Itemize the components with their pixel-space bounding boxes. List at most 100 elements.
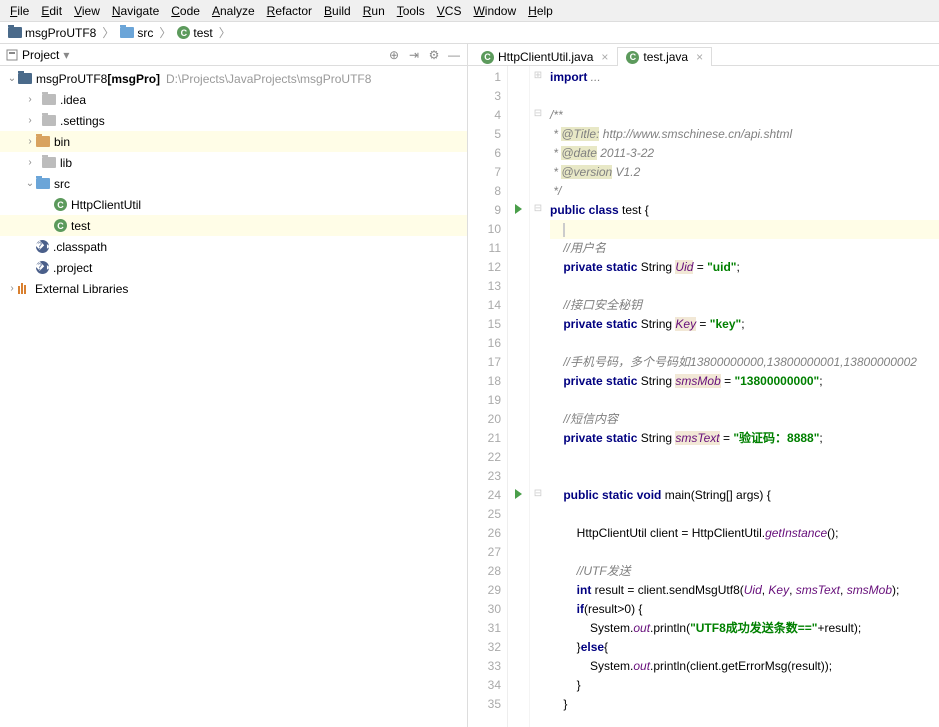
code-line[interactable]: /** bbox=[550, 106, 939, 125]
tree-row[interactable]: CHttpClientUtil bbox=[0, 194, 467, 215]
dropdown-icon[interactable]: ▾ bbox=[63, 48, 69, 62]
code-line[interactable]: import ... bbox=[550, 68, 939, 87]
scroll-from-source-icon[interactable]: ⊕ bbox=[387, 48, 401, 62]
fold-toggle[interactable]: ⊟ bbox=[530, 104, 546, 123]
code-line[interactable]: public class test { bbox=[550, 201, 939, 220]
code-content[interactable]: import ... /** * @Title: http://www.smsch… bbox=[546, 66, 939, 727]
tree-row[interactable]: ⌄src bbox=[0, 173, 467, 194]
code-area[interactable]: 1345678910111213141516171819202122232425… bbox=[468, 66, 939, 727]
code-line[interactable]: //短信内容 bbox=[550, 410, 939, 429]
code-line[interactable]: HttpClientUtil client = HttpClientUtil.g… bbox=[550, 524, 939, 543]
tree-label: bin bbox=[54, 135, 70, 149]
menu-build[interactable]: Build bbox=[318, 2, 357, 20]
fold-toggle[interactable]: ⊟ bbox=[530, 484, 546, 503]
code-line[interactable]: //接口安全秘钥 bbox=[550, 296, 939, 315]
menu-vcs[interactable]: VCS bbox=[431, 2, 468, 20]
code-line[interactable] bbox=[550, 448, 939, 467]
run-markers[interactable] bbox=[508, 66, 530, 727]
tree-twisty-icon[interactable]: ⌄ bbox=[24, 178, 36, 189]
tree-row[interactable]: › bin bbox=[0, 131, 467, 152]
tree-row[interactable]: ›External Libraries bbox=[0, 278, 467, 299]
menu-edit[interactable]: Edit bbox=[35, 2, 68, 20]
code-line[interactable] bbox=[550, 220, 939, 239]
code-line[interactable]: * @date 2011-3-22 bbox=[550, 144, 939, 163]
code-line[interactable]: public static void main(String[] args) { bbox=[550, 486, 939, 505]
close-icon[interactable]: × bbox=[696, 50, 703, 64]
tree-label: .classpath bbox=[53, 240, 107, 254]
menu-window[interactable]: Window bbox=[467, 2, 522, 20]
line-number: 10 bbox=[470, 220, 501, 239]
run-icon[interactable] bbox=[515, 489, 522, 499]
code-line[interactable]: System.out.println("UTF8成功发送条数=="+result… bbox=[550, 619, 939, 638]
project-sidebar: Project ▾ ⊕ ⇥ ⚙ — ⌄msgProUTF8 [msgPro]D:… bbox=[0, 44, 468, 727]
project-tree[interactable]: ⌄msgProUTF8 [msgPro]D:\Projects\JavaProj… bbox=[0, 66, 467, 727]
code-line[interactable]: private static String Uid = "uid"; bbox=[550, 258, 939, 277]
line-number: 6 bbox=[470, 144, 501, 163]
menu-view[interactable]: View bbox=[68, 2, 106, 20]
collapse-all-icon[interactable]: ⇥ bbox=[407, 48, 421, 62]
code-line[interactable]: //UTF发送 bbox=[550, 562, 939, 581]
code-line[interactable]: //用户名 bbox=[550, 239, 939, 258]
breadcrumb-item[interactable]: src bbox=[116, 26, 157, 40]
code-line[interactable]: //手机号码，多个号码如13800000000,13800000001,1380… bbox=[550, 353, 939, 372]
code-line[interactable] bbox=[550, 277, 939, 296]
code-line[interactable]: * @Title: http://www.smschinese.cn/api.s… bbox=[550, 125, 939, 144]
tree-twisty-icon[interactable]: › bbox=[24, 157, 36, 168]
editor-tab[interactable]: CHttpClientUtil.java× bbox=[472, 47, 617, 66]
menu-code[interactable]: Code bbox=[165, 2, 206, 20]
code-line[interactable]: private static String smsText = "验证码：888… bbox=[550, 429, 939, 448]
fold-toggle bbox=[530, 693, 546, 712]
code-line[interactable]: }else{ bbox=[550, 638, 939, 657]
tree-row[interactable]: ›lib bbox=[0, 152, 467, 173]
breadcrumb-item[interactable]: msgProUTF8 bbox=[4, 26, 100, 40]
folder-icon bbox=[36, 136, 50, 147]
hide-icon[interactable]: — bbox=[447, 48, 461, 62]
tree-twisty-icon[interactable]: ⌄ bbox=[6, 73, 18, 84]
code-line[interactable] bbox=[550, 467, 939, 486]
tree-row[interactable]: ›.settings bbox=[0, 110, 467, 131]
tree-twisty-icon[interactable]: › bbox=[6, 283, 18, 294]
menu-analyze[interactable]: Analyze bbox=[206, 2, 261, 20]
fold-toggle bbox=[530, 598, 546, 617]
menu-file[interactable]: File bbox=[4, 2, 35, 20]
menu-navigate[interactable]: Navigate bbox=[106, 2, 165, 20]
code-line[interactable]: } bbox=[550, 676, 939, 695]
code-line[interactable]: int result = client.sendMsgUtf8(Uid, Key… bbox=[550, 581, 939, 600]
folder-icon bbox=[36, 178, 50, 189]
fold-toggle[interactable]: ⊟ bbox=[530, 199, 546, 218]
editor-tab[interactable]: Ctest.java× bbox=[617, 47, 712, 66]
code-line[interactable]: System.out.println(client.getErrorMsg(re… bbox=[550, 657, 939, 676]
close-icon[interactable]: × bbox=[601, 50, 608, 64]
tree-row[interactable]: ›.idea bbox=[0, 89, 467, 110]
gear-icon[interactable]: ⚙ bbox=[427, 48, 441, 62]
fold-gutter[interactable]: ⊞ ⊟ ⊟ ⊟ bbox=[530, 66, 546, 727]
code-line[interactable]: private static String smsMob = "13800000… bbox=[550, 372, 939, 391]
tree-row[interactable]: �◑.classpath bbox=[0, 236, 467, 257]
code-line[interactable] bbox=[550, 87, 939, 106]
code-line[interactable]: if(result>0) { bbox=[550, 600, 939, 619]
run-icon[interactable] bbox=[515, 204, 522, 214]
fold-toggle bbox=[530, 294, 546, 313]
tree-twisty-icon[interactable]: › bbox=[24, 94, 36, 105]
menu-run[interactable]: Run bbox=[357, 2, 391, 20]
menu-refactor[interactable]: Refactor bbox=[261, 2, 318, 20]
code-line[interactable]: * @version V1.2 bbox=[550, 163, 939, 182]
tree-twisty-icon[interactable]: › bbox=[24, 136, 36, 147]
tree-twisty-icon[interactable]: › bbox=[24, 115, 36, 126]
tree-row[interactable]: Ctest bbox=[0, 215, 467, 236]
menu-help[interactable]: Help bbox=[522, 2, 559, 20]
code-line[interactable]: } bbox=[550, 695, 939, 714]
code-line[interactable] bbox=[550, 543, 939, 562]
fold-toggle[interactable]: ⊞ bbox=[530, 66, 546, 85]
breadcrumb-item[interactable]: Ctest bbox=[173, 26, 216, 40]
line-number: 16 bbox=[470, 334, 501, 353]
code-line[interactable] bbox=[550, 334, 939, 353]
folder-icon bbox=[42, 115, 56, 126]
code-line[interactable] bbox=[550, 505, 939, 524]
code-line[interactable]: */ bbox=[550, 182, 939, 201]
code-line[interactable] bbox=[550, 391, 939, 410]
tree-row[interactable]: �◑.project bbox=[0, 257, 467, 278]
tree-row[interactable]: ⌄msgProUTF8 [msgPro]D:\Projects\JavaProj… bbox=[0, 68, 467, 89]
code-line[interactable]: private static String Key = "key"; bbox=[550, 315, 939, 334]
menu-tools[interactable]: Tools bbox=[391, 2, 431, 20]
